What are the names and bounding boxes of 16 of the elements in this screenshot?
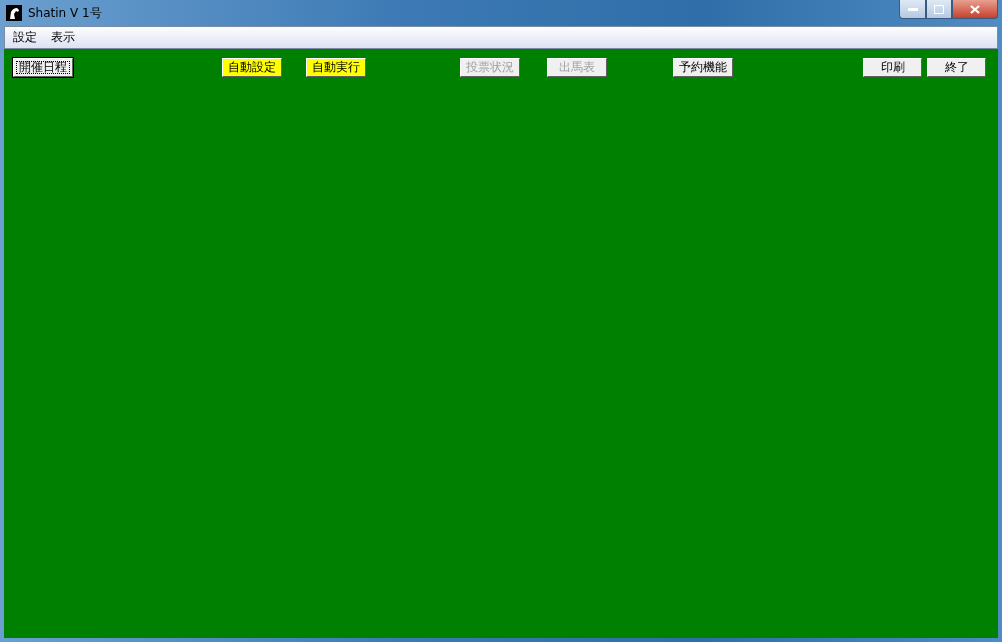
form-button[interactable]: 自動実行 (306, 58, 366, 77)
form-button[interactable]: 印刷 (863, 58, 922, 77)
menu-item[interactable]: 設定 (13, 29, 37, 46)
close-icon (970, 4, 980, 14)
horse-head-icon (6, 5, 22, 21)
maximize-button[interactable] (926, 0, 952, 19)
form-button[interactable]: 終了 (927, 58, 986, 77)
form-button[interactable]: 開催日程 (13, 58, 73, 77)
window-title: Shatin V 1号 (28, 4, 102, 22)
minimize-button[interactable] (899, 0, 926, 19)
form-button[interactable]: 予約機能 (673, 58, 733, 77)
maximize-icon (934, 4, 944, 14)
menu-item[interactable]: 表示 (51, 29, 75, 46)
close-button[interactable] (952, 0, 998, 19)
minimize-icon (907, 7, 918, 11)
form-button[interactable]: 自動設定 (222, 58, 282, 77)
